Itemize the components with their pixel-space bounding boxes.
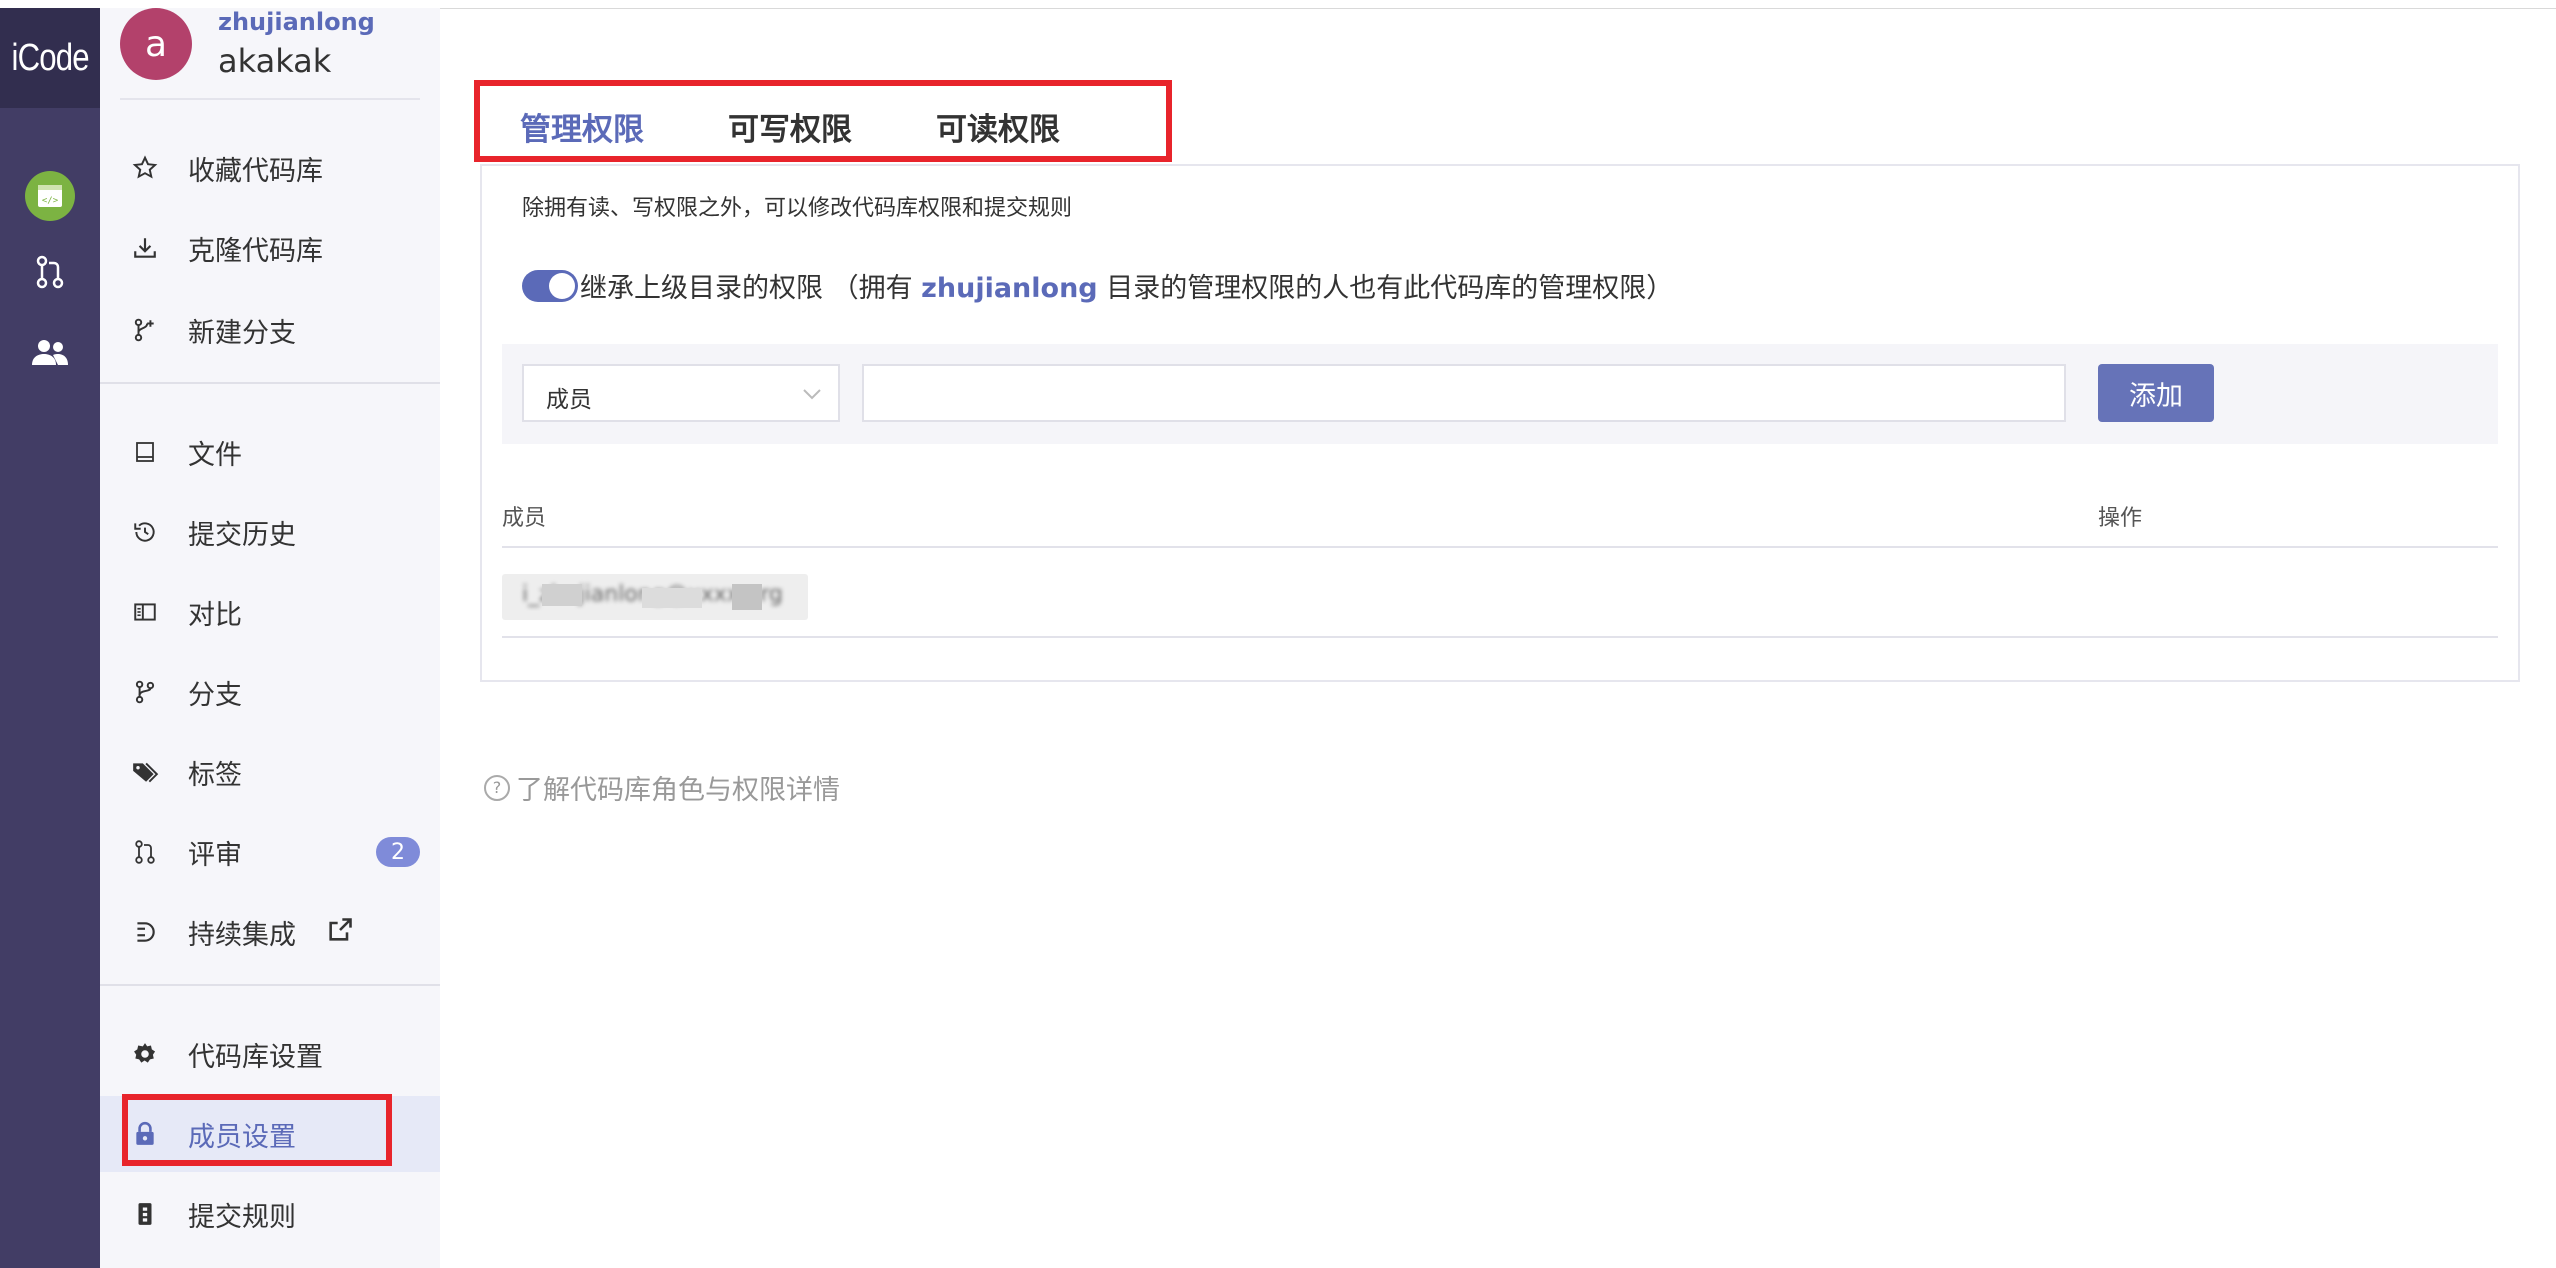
chevron-down-icon xyxy=(800,382,824,410)
redaction-mosaic xyxy=(642,588,702,608)
compare-icon xyxy=(130,597,160,627)
inherit-permission-toggle[interactable] xyxy=(522,270,578,302)
sidebar-item-compare[interactable]: 对比 xyxy=(100,574,440,650)
global-nav-rail: iCode </> xyxy=(0,8,100,1268)
pull-request-icon xyxy=(130,837,160,867)
star-icon xyxy=(130,153,160,183)
svg-text:</>: </> xyxy=(42,196,59,206)
inherit-permission-label: 继承上级目录的权限 （拥有 zhujianlong 目录的管理权限的人也有此代码… xyxy=(580,273,1674,304)
sidebar-divider xyxy=(100,382,440,384)
add-button[interactable]: 添加 xyxy=(2098,364,2214,422)
sidebar-item-repo-settings[interactable]: 代码库设置 xyxy=(100,1016,440,1092)
sidebar-item-review[interactable]: 评审 2 xyxy=(100,814,440,890)
book-icon xyxy=(130,437,160,467)
sidebar-item-branches[interactable]: 分支 xyxy=(100,654,440,730)
sidebar-item-history[interactable]: 提交历史 xyxy=(100,494,440,570)
redaction-mosaic xyxy=(732,584,762,610)
question-circle-icon: ? xyxy=(484,774,510,801)
column-header-actions: 操作 xyxy=(2098,506,2143,531)
member-search-input[interactable] xyxy=(862,364,2066,422)
history-icon xyxy=(130,517,160,547)
branch-icon xyxy=(130,677,160,707)
ci-icon xyxy=(130,917,160,947)
merge-request-icon[interactable] xyxy=(24,246,76,298)
highlight-box-tabs xyxy=(474,80,1172,162)
parent-dir-name: zhujianlong xyxy=(921,273,1098,304)
table-row-divider xyxy=(502,636,2498,638)
namespace-link[interactable]: zhujianlong xyxy=(218,8,375,36)
sidebar-divider xyxy=(100,984,440,986)
avatar[interactable]: a xyxy=(120,8,192,80)
branch-plus-icon xyxy=(130,315,160,345)
sidebar-item-files[interactable]: 文件 xyxy=(100,414,440,490)
sidebar-item-ci[interactable]: 持续集成 xyxy=(100,894,440,970)
sidebar-item-commit-rules[interactable]: 提交规则 xyxy=(100,1176,440,1252)
review-count-badge: 2 xyxy=(376,837,420,867)
table-header-divider xyxy=(502,546,2498,548)
download-icon xyxy=(130,233,160,263)
people-icon[interactable] xyxy=(24,326,76,378)
repo-name[interactable]: akakak xyxy=(218,42,331,80)
sidebar-item-new-branch[interactable]: 新建分支 xyxy=(100,292,440,368)
rules-icon xyxy=(130,1199,160,1229)
toggle-knob xyxy=(549,273,575,299)
sidebar-item-clone[interactable]: 克隆代码库 xyxy=(100,210,440,286)
brand-logo[interactable]: iCode xyxy=(0,8,100,108)
highlight-box-member-settings xyxy=(122,1094,392,1166)
permission-help-link[interactable]: ? 了解代码库角色与权限详情 xyxy=(484,768,840,807)
member-type-select[interactable]: 成员 xyxy=(522,364,840,422)
external-link-icon[interactable] xyxy=(326,916,354,948)
sidebar-item-favorite[interactable]: 收藏代码库 xyxy=(100,130,440,206)
repo-sidebar: a zhujianlong akakak 收藏代码库 克隆代码库 新建分支 文件… xyxy=(100,8,440,1268)
table-row: i_zhujianlong@xxxx.org xyxy=(502,574,808,620)
repo-header: a zhujianlong akakak xyxy=(120,8,420,100)
sidebar-item-tags[interactable]: 标签 xyxy=(100,734,440,810)
code-repo-icon[interactable]: </> xyxy=(24,170,76,222)
column-header-member: 成员 xyxy=(502,506,547,531)
redaction-mosaic xyxy=(542,584,582,606)
gear-icon xyxy=(130,1039,160,1069)
tags-icon xyxy=(130,757,160,787)
permission-description: 除拥有读、写权限之外，可以修改代码库权限和提交规则 xyxy=(522,196,1073,221)
